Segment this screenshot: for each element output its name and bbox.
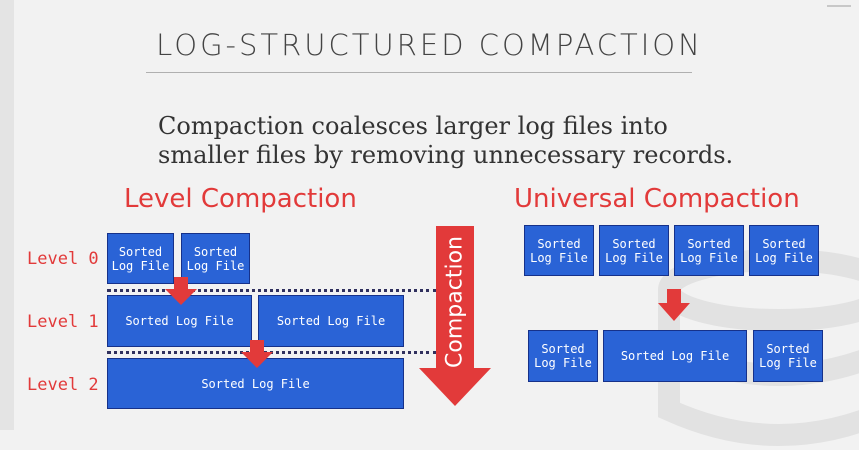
level-compaction-heading: Level Compaction [124, 184, 357, 214]
slide-left-edge [0, 0, 14, 430]
universal-merge-arrow [658, 289, 690, 321]
slide-subtitle: Compaction coalesces larger log files in… [158, 112, 734, 169]
universal-bottom-file-3: Sorted Log File [753, 330, 823, 382]
universal-top-file-2: Sorted Log File [599, 225, 669, 276]
title-underline [146, 72, 692, 73]
universal-top-file-3: Sorted Log File [674, 225, 744, 276]
universal-top-file-4: Sorted Log File [749, 225, 819, 276]
level-1-file-2: Sorted Log File [258, 295, 404, 347]
universal-bottom-file-1: Sorted Log File [528, 330, 598, 382]
level-1-to-2-arrow [241, 340, 273, 368]
level-divider-0-1 [107, 289, 437, 292]
universal-compaction-heading: Universal Compaction [514, 184, 800, 214]
slide-title: LOG-STRUCTURED COMPACTION [156, 28, 703, 62]
level-0-file-1: Sorted Log File [107, 233, 174, 284]
level-0-label: Level 0 [27, 249, 99, 269]
universal-top-file-1: Sorted Log File [524, 225, 594, 276]
slide-corner-mark [827, 5, 851, 7]
compaction-arrow-label: Compaction [442, 236, 468, 368]
level-0-to-1-arrow [165, 277, 197, 305]
level-2-label: Level 2 [27, 375, 99, 395]
universal-bottom-file-2: Sorted Log File [603, 330, 747, 382]
level-1-label: Level 1 [27, 312, 99, 332]
